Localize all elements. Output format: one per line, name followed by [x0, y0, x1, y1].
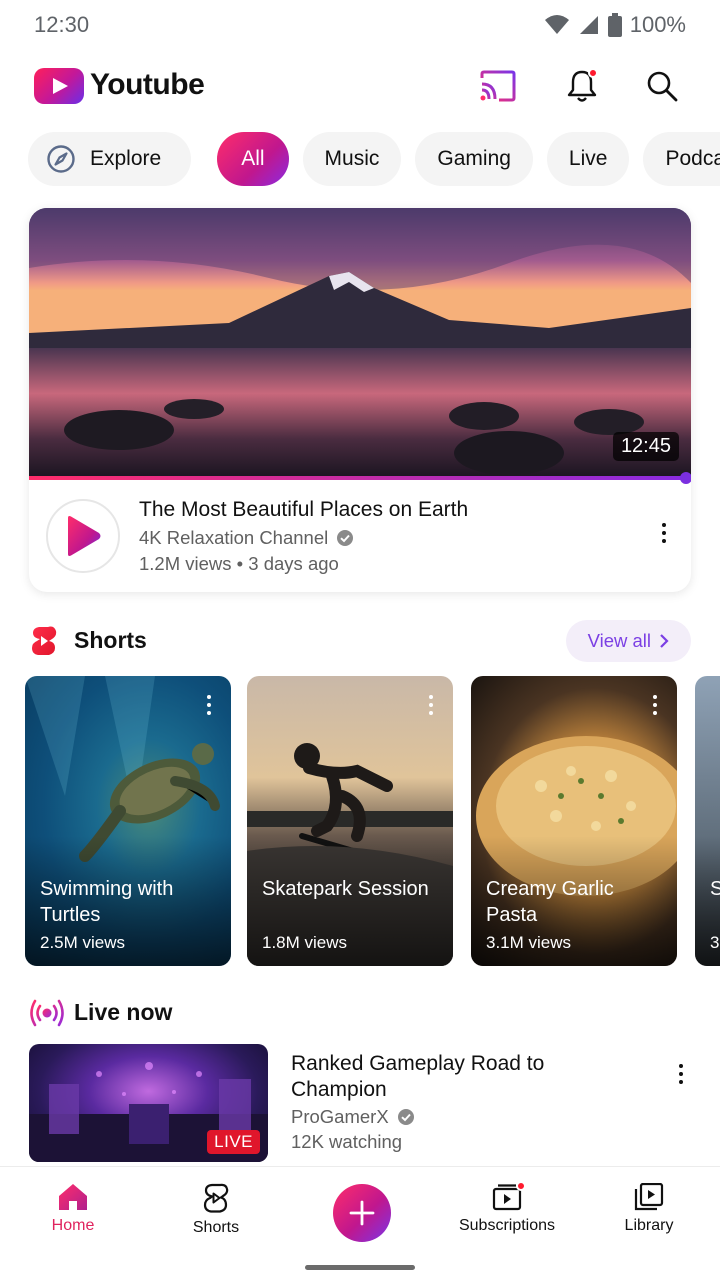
- live-section-header: Live now: [30, 996, 330, 1030]
- notifications-button[interactable]: [562, 66, 602, 106]
- live-channel-name: ProGamerX: [291, 1106, 389, 1127]
- plus-icon: [349, 1200, 375, 1226]
- app-title: Youtube: [90, 68, 205, 101]
- short-more-button[interactable]: [199, 690, 219, 720]
- short-more-button[interactable]: [421, 690, 441, 720]
- short-more-button[interactable]: [645, 690, 665, 720]
- create-button[interactable]: [333, 1184, 391, 1242]
- chip-explore[interactable]: Explore: [28, 132, 192, 186]
- short-title: Swimming with Turtles: [40, 878, 174, 926]
- verified-icon: [397, 1109, 414, 1125]
- short-views: 1.8M views: [262, 933, 348, 952]
- nav-shorts[interactable]: Shorts: [156, 1183, 276, 1237]
- watch-progress-bar: [29, 472, 691, 484]
- live-more-button[interactable]: [671, 1059, 691, 1089]
- battery-percent: 100%: [629, 12, 686, 37]
- view-all-label: View all: [587, 630, 651, 651]
- featured-video-card[interactable]: 12:45 The Most Beautiful Places on Earth…: [29, 208, 691, 592]
- search-button[interactable]: [642, 66, 682, 106]
- short-views: 3.1M views: [486, 933, 572, 952]
- status-bar: 12:30 100%: [0, 0, 720, 50]
- shorts-heading: Shorts: [74, 627, 147, 653]
- play-logo-icon: [68, 516, 101, 556]
- battery-icon: [607, 13, 622, 37]
- shorts-logo-icon: [32, 626, 57, 655]
- compass-icon: [47, 145, 75, 173]
- home-indicator: [305, 1265, 415, 1270]
- home-icon: [59, 1184, 87, 1210]
- view-all-button[interactable]: View all: [565, 620, 691, 662]
- nav-shorts-label: Shorts: [192, 1219, 240, 1236]
- status-icons: 100%: [544, 12, 686, 38]
- channel-name: 4K Relaxation Channel: [139, 527, 329, 548]
- signal-icon: [578, 14, 600, 36]
- nav-subscriptions-label: Subscriptions: [458, 1217, 556, 1234]
- verified-icon: [337, 530, 354, 546]
- live-video-title[interactable]: Ranked Gameplay Road to Champion: [291, 1051, 581, 1103]
- library-icon: [634, 1183, 664, 1211]
- cast-button[interactable]: [478, 66, 518, 106]
- live-heading: Live now: [74, 999, 173, 1025]
- short-card[interactable]: Skatepark Session 1.8M views: [247, 676, 453, 966]
- short-card[interactable]: Swimming with Turtles 2.5M views: [25, 676, 231, 966]
- bottom-navigation: Home Shorts Subscriptions Library: [0, 1166, 720, 1280]
- nav-home-label: Home: [51, 1217, 95, 1234]
- chevron-right-icon: [660, 634, 669, 648]
- subscriptions-icon-wrap: [492, 1181, 526, 1211]
- search-icon: [647, 71, 678, 102]
- short-views: 2.5M views: [40, 933, 126, 952]
- live-badge: LIVE: [207, 1130, 260, 1154]
- chip-explore-label: Explore: [90, 147, 162, 170]
- short-title: Skatepark Session: [262, 878, 429, 900]
- cast-icon: [480, 70, 516, 102]
- video-meta: 1.2M views • 3 days ago: [139, 553, 339, 575]
- live-channel-row[interactable]: ProGamerX: [291, 1106, 415, 1128]
- live-video-thumbnail[interactable]: LIVE: [29, 1044, 268, 1162]
- nav-home[interactable]: Home: [13, 1183, 133, 1235]
- shorts-carousel: Swimming with Turtles 2.5M views Skatepa…: [25, 676, 720, 966]
- chip-all[interactable]: All: [217, 132, 289, 186]
- video-views: 1.2M views: [139, 553, 232, 574]
- meta-separator: •: [236, 553, 244, 574]
- live-watching-count: 12K watching: [291, 1131, 403, 1152]
- channel-avatar[interactable]: [46, 499, 120, 573]
- short-card[interactable]: Creamy Garlic Pasta 3.1M views: [471, 676, 677, 966]
- nav-library-label: Library: [624, 1217, 674, 1234]
- youtube-logo-icon[interactable]: [34, 68, 84, 104]
- nav-subscriptions[interactable]: Subscriptions: [447, 1181, 567, 1235]
- status-time: 12:30: [34, 12, 90, 37]
- watch-progress-fill: [29, 476, 686, 480]
- mountain-lake-image: [29, 208, 691, 478]
- watch-progress-knob: [679, 472, 691, 484]
- wifi-icon: [544, 14, 570, 36]
- subscriptions-dot: [516, 1181, 526, 1191]
- video-age: 3 days ago: [248, 553, 339, 574]
- featured-video-thumbnail[interactable]: 12:45: [29, 208, 691, 478]
- short-title: Creamy Garlic Pasta: [486, 878, 614, 926]
- more-options-button[interactable]: [654, 518, 674, 548]
- app-header: Youtube: [0, 58, 720, 114]
- video-duration: 12:45: [612, 432, 679, 461]
- live-video-item[interactable]: LIVE Ranked Gameplay Road to Champion Pr…: [29, 1044, 691, 1162]
- category-chips: Explore All Music Gaming Live Podca: [28, 132, 720, 186]
- shorts-section-header: Shorts View all: [30, 620, 691, 662]
- chip-live[interactable]: Live: [546, 132, 630, 186]
- chip-podcasts[interactable]: Podca: [643, 132, 720, 186]
- shorts-icon: [203, 1183, 229, 1213]
- video-title[interactable]: The Most Beautiful Places on Earth: [139, 498, 468, 522]
- channel-name-row[interactable]: 4K Relaxation Channel: [139, 527, 354, 549]
- short-title: S B: [710, 878, 720, 900]
- short-views: 3: [710, 933, 720, 952]
- chip-music[interactable]: Music: [302, 132, 402, 186]
- chip-gaming[interactable]: Gaming: [415, 132, 533, 186]
- notification-dot: [588, 68, 598, 78]
- live-broadcast-icon: [30, 999, 64, 1027]
- nav-library[interactable]: Library: [589, 1183, 709, 1235]
- short-card[interactable]: S B 3: [695, 676, 720, 966]
